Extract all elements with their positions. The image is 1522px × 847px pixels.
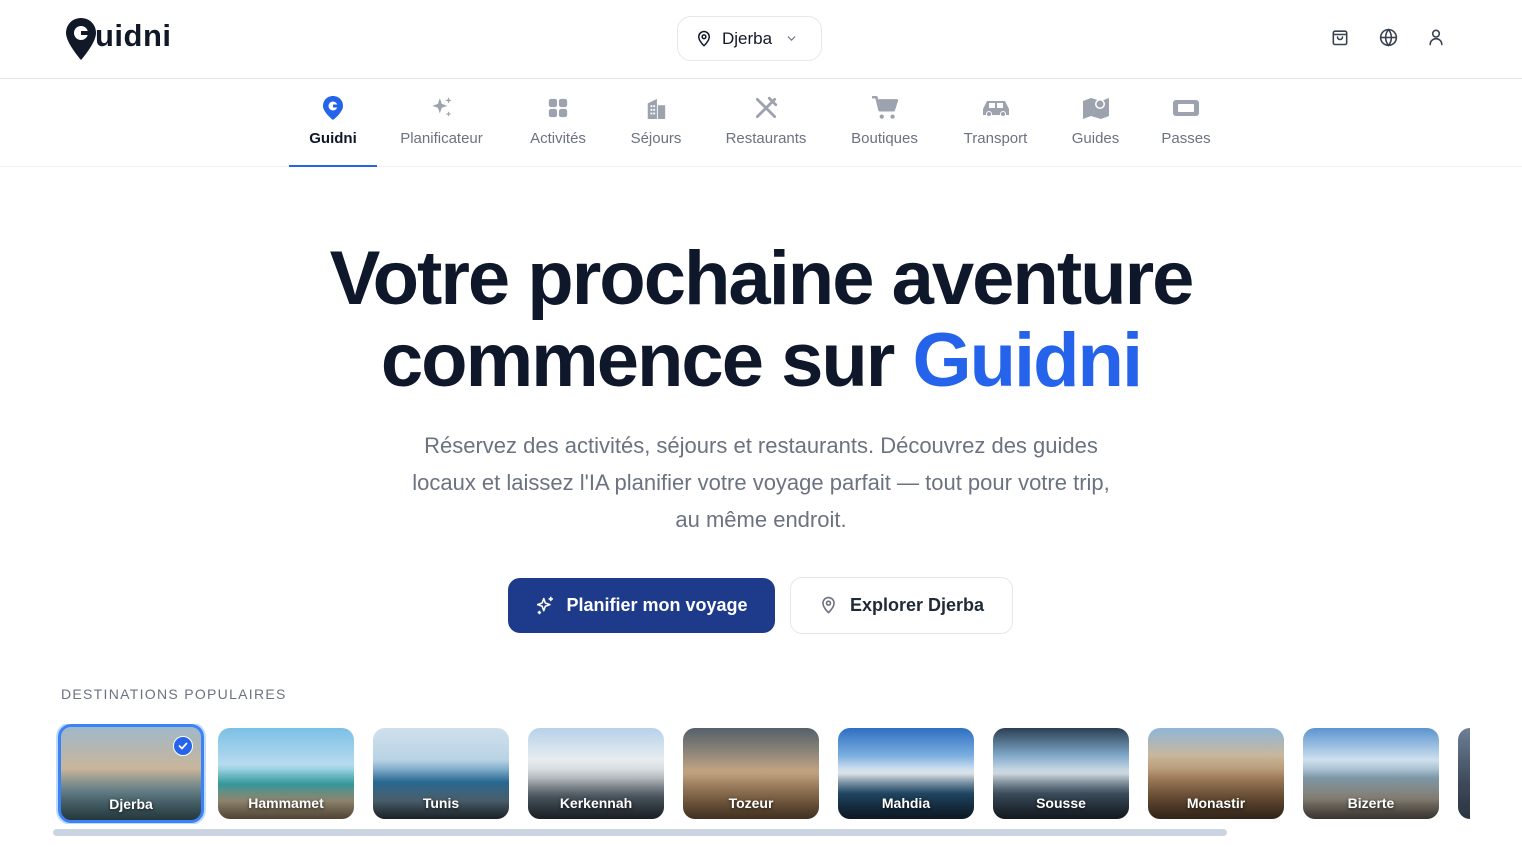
hero-title: Votre prochaine aventure commence sur Gu… — [0, 238, 1522, 402]
destination-name: Djerba — [109, 796, 153, 812]
tab-label: Séjours — [630, 130, 682, 147]
map-icon — [1082, 98, 1109, 119]
destinations-carousel[interactable]: Djerba Hammamet Tunis Kerkennah Tozeur M… — [0, 724, 1470, 824]
destination-card-sousse[interactable]: Sousse — [993, 728, 1129, 819]
account-button[interactable] — [1425, 26, 1447, 48]
top-header: uidni Djerba — [0, 0, 1522, 79]
destination-name: Kerkennah — [559, 795, 633, 811]
destination-card-tunis[interactable]: Tunis — [373, 728, 509, 819]
destination-name: Tunis — [422, 795, 460, 811]
car-icon — [982, 101, 1009, 117]
guidni-g-icon — [323, 96, 343, 120]
logo-text: uidni — [95, 18, 172, 53]
tab-transport[interactable]: Transport — [960, 79, 1031, 167]
destination-name: Mahdia — [881, 795, 931, 811]
guidni-logo[interactable]: uidni — [64, 14, 172, 62]
destination-name: Hammamet — [248, 795, 324, 811]
destination-name: Sousse — [1036, 795, 1086, 811]
destination-card-tozeur[interactable]: Tozeur — [683, 728, 819, 819]
building-icon — [647, 98, 666, 119]
hero-title-line1: Votre prochaine aventure — [329, 236, 1195, 321]
grid-icon — [548, 98, 568, 118]
tab-label: Activités — [530, 130, 586, 147]
tab-label: Planificateur — [400, 130, 483, 147]
chevron-down-icon — [787, 36, 796, 41]
destination-card-mahdia[interactable]: Mahdia — [838, 728, 974, 819]
tab-label: Guides — [1071, 130, 1120, 147]
map-pin-icon — [698, 30, 710, 46]
tab-guides[interactable]: Guides — [1070, 79, 1121, 167]
check-icon — [173, 736, 193, 756]
destination-card-kerkennah[interactable]: Kerkennah — [528, 728, 664, 819]
hero-title-accent: Guidni — [912, 318, 1143, 403]
sparkles-icon — [537, 596, 554, 615]
plan-trip-button[interactable]: Planifier mon voyage — [508, 578, 775, 633]
logo-pin-icon — [66, 18, 96, 60]
globe-icon — [1379, 27, 1397, 47]
tab-label: Guidni — [309, 130, 357, 147]
plan-trip-label: Planifier mon voyage — [566, 595, 748, 615]
cart-icon — [1332, 30, 1348, 46]
destinations-heading: DESTINATIONS POPULAIRES — [61, 686, 287, 702]
tab-label: Passes — [1161, 130, 1211, 147]
tab-label: Transport — [963, 130, 1028, 147]
explore-button[interactable]: Explorer Djerba — [790, 577, 1013, 634]
tab-sejours[interactable]: Séjours — [628, 79, 684, 167]
location-selector[interactable]: Djerba — [677, 16, 822, 61]
location-label: Djerba — [722, 28, 773, 48]
tab-guidni[interactable]: Guidni — [289, 79, 377, 167]
destination-card-partial[interactable] — [1458, 728, 1470, 819]
tab-restaurants[interactable]: Restaurants — [723, 79, 809, 167]
destination-name: Bizerte — [1347, 795, 1395, 811]
sparkles-icon — [431, 97, 452, 117]
tab-planificateur[interactable]: Planificateur — [396, 79, 487, 167]
ticket-icon — [1173, 100, 1199, 116]
destination-name: Monastir — [1186, 795, 1246, 811]
tab-passes[interactable]: Passes — [1160, 79, 1212, 167]
tab-activites[interactable]: Activités — [527, 79, 589, 167]
language-button[interactable] — [1377, 26, 1399, 48]
tab-label: Restaurants — [725, 130, 807, 147]
explore-label: Explorer Djerba — [849, 595, 985, 615]
shopping-cart-icon — [871, 95, 898, 119]
utensils-icon — [755, 96, 778, 119]
user-icon — [1429, 29, 1443, 46]
destination-card-monastir[interactable]: Monastir — [1148, 728, 1284, 819]
destination-card-hammamet[interactable]: Hammamet — [218, 728, 354, 819]
cart-button[interactable] — [1329, 26, 1351, 48]
hero-subtitle: Réservez des activités, séjours et resta… — [412, 433, 1110, 532]
destination-card-bizerte[interactable]: Bizerte — [1303, 728, 1439, 819]
map-pin-icon — [822, 596, 835, 614]
hero-title-line2: commence sur — [380, 318, 913, 403]
destination-card-djerba[interactable]: Djerba — [58, 724, 204, 823]
destination-name: Tozeur — [728, 795, 774, 811]
tab-boutiques[interactable]: Boutiques — [848, 79, 921, 167]
category-nav: Guidni Planificateur Activités Séjours R… — [0, 79, 1522, 167]
tab-label: Boutiques — [851, 130, 918, 147]
carousel-scrollbar[interactable] — [53, 829, 1227, 836]
